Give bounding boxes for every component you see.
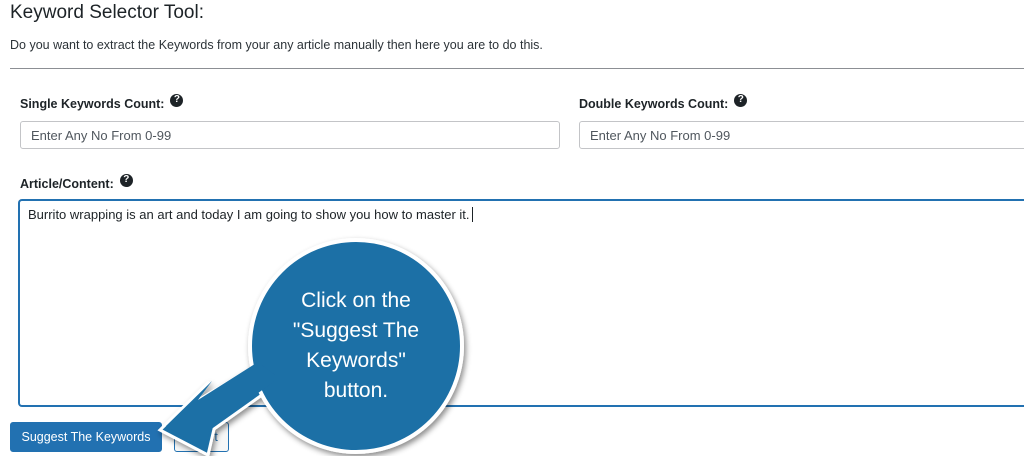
page-title: Keyword Selector Tool: [10,2,204,23]
single-keywords-label: Single Keywords Count: ? [20,93,184,111]
double-keywords-label: Double Keywords Count: ? [579,93,748,111]
help-icon[interactable]: ? [119,173,133,187]
callout-line: Keywords" [306,349,406,372]
single-keywords-label-text: Single Keywords Count: [20,97,165,111]
text-caret [471,207,473,222]
callout-line: button. [323,379,389,402]
callout-text: Click on the "Suggest The Keywords" butt… [268,286,444,406]
help-icon[interactable]: ? [734,93,748,107]
page-description: Do you want to extract the Keywords from… [10,38,543,52]
double-keywords-label-text: Double Keywords Count: [579,97,729,111]
divider [10,68,1024,69]
single-keywords-input[interactable]: Enter Any No From 0-99 [20,121,560,149]
double-keywords-input[interactable]: Enter Any No From 0-99 [579,121,1024,149]
callout-line: Click on the [301,289,411,312]
reset-button[interactable]: Reset [174,422,229,452]
article-label: Article/Content: ? [20,173,133,191]
help-icon[interactable]: ? [170,93,184,107]
article-textarea[interactable]: Burrito wrapping is an art and today I a… [19,200,1024,406]
article-label-text: Article/Content: [20,177,114,191]
suggest-keywords-button[interactable]: Suggest The Keywords [10,422,162,452]
article-text: Burrito wrapping is an art and today I a… [28,207,470,222]
callout-line: "Suggest The [292,319,420,342]
